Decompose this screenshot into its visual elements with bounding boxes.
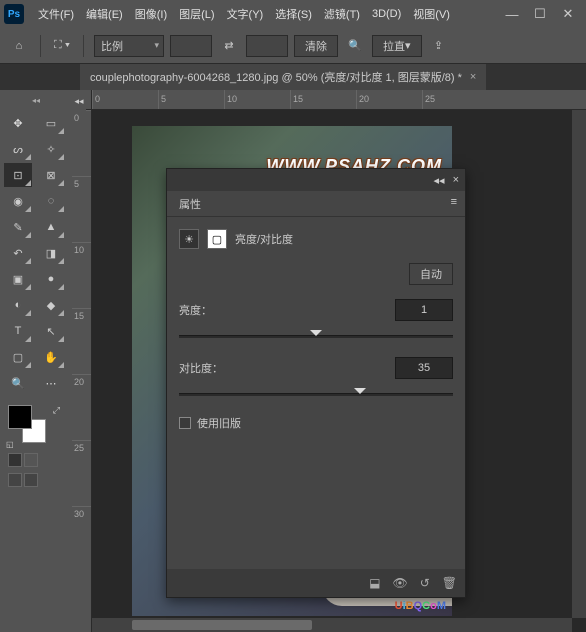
- menu-view[interactable]: 视图(V): [407, 2, 456, 26]
- use-legacy-label: 使用旧版: [197, 415, 241, 431]
- panel-menu-icon[interactable]: ≡: [443, 191, 465, 216]
- crop-height-input[interactable]: [246, 35, 288, 57]
- path-select-tool[interactable]: ↖: [37, 319, 65, 343]
- properties-panel: ◂◂ × 属性 ≡ ☀ ▢ 亮度/对比度 自动 亮度： 1 对比度： 35: [166, 168, 466, 598]
- window-close[interactable]: ✕: [554, 4, 582, 24]
- tool-palette: ✥ ▭ ᔕ ✧ ⊡ ⊠ ◉ ◌ ✎ ▲ ↶ ◨ ▣ ● ◐ ◆ T ↖ ▢ ✋ …: [0, 90, 72, 632]
- vertical-scrollbar[interactable]: [572, 110, 586, 618]
- adjustment-name: 亮度/对比度: [235, 231, 293, 247]
- lasso-tool[interactable]: ᔕ: [4, 137, 32, 161]
- window-maximize[interactable]: ☐: [526, 4, 554, 24]
- reset-icon[interactable]: ↺: [420, 576, 430, 590]
- clip-to-layer-icon[interactable]: ⬓: [369, 576, 380, 590]
- color-swatches[interactable]: ⤢ ◱: [4, 405, 68, 449]
- vertical-ruler[interactable]: 0510 152025 30: [72, 110, 92, 632]
- ratio-dropdown[interactable]: 比例: [94, 35, 164, 57]
- watermark-corner: UiBQCoM: [395, 597, 446, 612]
- share-icon[interactable]: ⇪: [428, 35, 450, 57]
- swap-dimensions-icon[interactable]: ⇄: [218, 35, 240, 57]
- history-brush-tool[interactable]: ↶: [4, 241, 32, 265]
- menu-3d[interactable]: 3D(D): [366, 4, 407, 24]
- menu-edit[interactable]: 编辑(E): [80, 2, 129, 26]
- crop-tool-icon[interactable]: ⛶ ▾: [51, 35, 73, 57]
- eraser-tool[interactable]: ◨: [37, 241, 65, 265]
- layer-mask-icon[interactable]: ▢: [207, 229, 227, 249]
- panel-collapse-icon[interactable]: ◂◂: [434, 174, 445, 187]
- app-logo: Ps: [4, 4, 24, 24]
- crop-width-input[interactable]: [170, 35, 212, 57]
- menu-select[interactable]: 选择(S): [269, 2, 318, 26]
- brightness-slider[interactable]: [179, 327, 453, 347]
- tab-close-icon[interactable]: ×: [470, 71, 476, 83]
- contrast-label: 对比度：: [179, 360, 239, 376]
- clear-button[interactable]: 清除: [294, 35, 338, 57]
- panel-collapse-icon[interactable]: ◂◂: [72, 90, 86, 112]
- toggle-visibility-icon[interactable]: 👁: [392, 576, 407, 590]
- document-tab[interactable]: couplephotography-6004268_1280.jpg @ 50%…: [80, 64, 486, 90]
- menu-file[interactable]: 文件(F): [32, 2, 80, 26]
- brightness-adjustment-icon: ☀: [179, 229, 199, 249]
- pen-tool[interactable]: ◆: [37, 293, 65, 317]
- home-icon[interactable]: ⌂: [8, 35, 30, 57]
- brightness-value-input[interactable]: 1: [395, 299, 453, 321]
- default-colors-icon[interactable]: ◱: [6, 440, 14, 449]
- straighten-button[interactable]: 拉直 ▾: [372, 35, 422, 57]
- brightness-label: 亮度：: [179, 302, 239, 318]
- crop-tool[interactable]: ⊡: [4, 163, 32, 187]
- window-minimize[interactable]: —: [498, 4, 526, 24]
- horizontal-ruler[interactable]: 0510 152025: [92, 90, 586, 110]
- hand-tool[interactable]: ✋: [37, 345, 65, 369]
- menu-layer[interactable]: 图层(L): [173, 2, 220, 26]
- swap-colors-icon[interactable]: ⤢: [53, 405, 60, 416]
- delete-adjustment-icon[interactable]: 🗑: [442, 576, 457, 590]
- gradient-tool[interactable]: ▣: [4, 267, 32, 291]
- clone-stamp-tool[interactable]: ▲: [37, 215, 65, 239]
- healing-tool[interactable]: ◌: [37, 189, 65, 213]
- menu-type[interactable]: 文字(Y): [221, 2, 270, 26]
- search-icon[interactable]: 🔍: [344, 35, 366, 57]
- eyedropper-tool[interactable]: ◉: [4, 189, 32, 213]
- brush-tool[interactable]: ✎: [4, 215, 32, 239]
- edit-toolbar[interactable]: ⋯: [37, 371, 65, 395]
- shape-tool[interactable]: ▢: [4, 345, 32, 369]
- properties-tab[interactable]: 属性: [167, 191, 213, 216]
- horizontal-scrollbar[interactable]: [92, 618, 572, 632]
- contrast-value-input[interactable]: 35: [395, 357, 453, 379]
- use-legacy-checkbox[interactable]: [179, 417, 191, 429]
- type-tool[interactable]: T: [4, 319, 32, 343]
- blur-tool[interactable]: ●: [37, 267, 65, 291]
- magic-wand-tool[interactable]: ✧: [37, 137, 65, 161]
- move-tool[interactable]: ✥: [4, 111, 32, 135]
- menu-image[interactable]: 图像(I): [129, 2, 173, 26]
- mode-icon-1[interactable]: [8, 473, 22, 487]
- screenmode-icon[interactable]: [24, 453, 38, 467]
- auto-button[interactable]: 自动: [409, 263, 453, 285]
- quickmask-icon[interactable]: [8, 453, 22, 467]
- zoom-tool[interactable]: 🔍: [4, 371, 32, 395]
- dodge-tool[interactable]: ◐: [4, 293, 32, 317]
- foreground-color[interactable]: [8, 405, 32, 429]
- menu-filter[interactable]: 滤镜(T): [318, 2, 366, 26]
- contrast-slider[interactable]: [179, 385, 453, 405]
- slice-tool[interactable]: ⊠: [37, 163, 65, 187]
- mode-icon-2[interactable]: [24, 473, 38, 487]
- marquee-tool[interactable]: ▭: [37, 111, 65, 135]
- panel-close-icon[interactable]: ×: [453, 174, 459, 186]
- document-title: couplephotography-6004268_1280.jpg @ 50%…: [90, 69, 462, 85]
